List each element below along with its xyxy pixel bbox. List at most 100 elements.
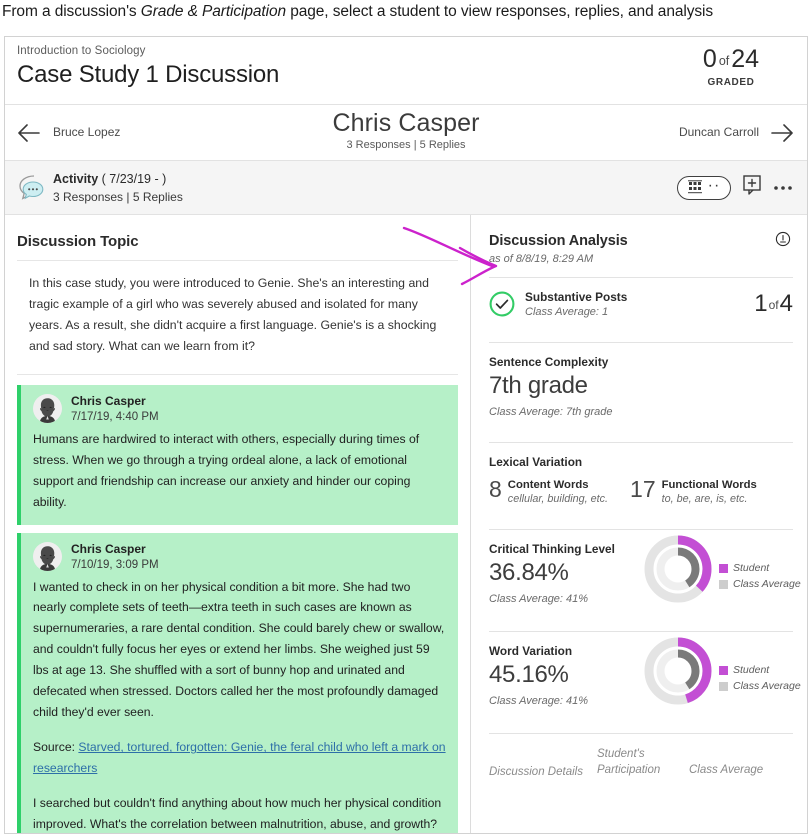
- details-col-class-average: Class Average: [689, 763, 764, 776]
- assignment-header: Introduction to Sociology Case Study 1 D…: [5, 37, 807, 105]
- analysis-as-of: as of 8/8/19, 8:29 AM: [489, 253, 594, 265]
- application-window: Introduction to Sociology Case Study 1 D…: [4, 36, 808, 834]
- activity-bar: Activity ( 7/23/19 - ) 3 Responses | 5 R…: [5, 161, 807, 215]
- word-variation-donut-chart: [641, 634, 715, 708]
- legend-item-student: Student: [719, 562, 793, 574]
- arrow-right-icon[interactable]: [767, 119, 797, 147]
- graded-count: 0: [702, 45, 717, 73]
- rubric-dropdown-dots: ··: [707, 176, 721, 194]
- graded-total: 24: [731, 45, 760, 73]
- caption-pre: From a discussion's: [2, 3, 141, 20]
- post-paragraph: I wanted to check in on her physical con…: [33, 579, 445, 720]
- activity-date-range: ( 7/23/19 - ): [101, 172, 167, 186]
- critical-thinking-donut-chart: [641, 532, 715, 606]
- avatar: [33, 393, 62, 423]
- activity-toolbar: ··: [677, 174, 793, 201]
- legend-swatch-student: [719, 563, 728, 573]
- content-words-title: Content Words: [507, 478, 589, 491]
- graded-label: GRADED: [707, 77, 755, 88]
- details-col-discussion: Discussion Details: [489, 766, 583, 779]
- topic-divider-bottom: [17, 373, 458, 375]
- graded-counts: 0 of24: [671, 47, 791, 72]
- post-author: Chris Casper: [71, 541, 146, 556]
- discussion-topic-heading: Discussion Topic: [17, 233, 139, 250]
- more-options-icon[interactable]: [773, 179, 793, 197]
- substantive-label: Substantive Posts: [525, 290, 628, 304]
- metric-lexical-variation: Lexical Variation 8 Content Words cellul…: [489, 443, 793, 518]
- graded-of-label: of: [718, 54, 730, 68]
- legend-item-student: Student: [719, 664, 793, 676]
- source-label: Source:: [33, 740, 79, 755]
- post-timestamp: 7/10/19, 3:09 PM: [71, 558, 159, 571]
- substantive-text: Substantive Posts Class Average: 1: [525, 290, 627, 318]
- info-circle-icon[interactable]: [775, 231, 791, 247]
- legend-item-class-average: Class Average: [719, 578, 801, 590]
- content-words-examples: cellular, building, etc.: [507, 493, 609, 506]
- metric-word-variation: Word Variation 45.16% Class Average: 41%: [489, 632, 801, 721]
- metric-sentence-complexity: Sentence Complexity 7th grade Class Aver…: [489, 343, 793, 430]
- functional-words-examples: to, be, are, is, etc.: [661, 493, 748, 506]
- add-comment-icon[interactable]: [742, 174, 762, 201]
- legend-swatch-class-average: [719, 681, 728, 691]
- avatar: [33, 541, 62, 571]
- post-author: Chris Casper: [71, 393, 146, 408]
- substantive-score-value: 1: [754, 289, 768, 317]
- functional-words-count: 17: [630, 475, 656, 502]
- post-header: Chris Casper 7/17/19, 4:40 PM: [33, 393, 446, 423]
- lexical-item-content-words: 8 Content Words cellular, building, etc.: [489, 475, 609, 506]
- student-navigation-bar: Bruce Lopez Chris Casper 3 Responses | 5…: [5, 105, 807, 161]
- substantive-class-average: Class Average: 1: [525, 305, 609, 318]
- legend-label-class-average: Class Average: [733, 578, 801, 591]
- substantive-total: 4: [779, 289, 793, 317]
- post-meta: Chris Casper 7/17/19, 4:40 PM: [71, 394, 159, 423]
- discussion-topic-body: In this case study, you were introduced …: [29, 276, 437, 354]
- current-student-counts: 3 Responses | 5 Replies: [346, 138, 466, 151]
- activity-label: Activity: [53, 172, 99, 186]
- content-words-count: 8: [489, 475, 502, 502]
- analysis-header: Discussion Analysis as of 8/8/19, 8:29 A…: [489, 215, 793, 265]
- post-timestamp: 7/17/19, 4:40 PM: [71, 410, 159, 423]
- legend-swatch-student: [719, 665, 728, 675]
- legend-label-student: Student: [733, 562, 770, 575]
- word-variation-legend: Student Class Average: [719, 664, 801, 696]
- sentence-complexity-value: 7th grade: [489, 371, 588, 399]
- sentence-complexity-class-average: Class Average: 7th grade: [489, 405, 613, 418]
- rubric-grid-icon[interactable]: ··: [677, 175, 731, 200]
- next-student-label[interactable]: Duncan Carroll: [679, 125, 759, 139]
- post-header: Chris Casper 7/10/19, 3:09 PM: [33, 541, 446, 571]
- post-meta: Chris Casper 7/10/19, 3:09 PM: [71, 542, 159, 571]
- post-body: I wanted to check in on her physical con…: [33, 577, 446, 834]
- sentence-complexity-label: Sentence Complexity: [489, 354, 609, 369]
- speech-bubble-icon: [15, 172, 47, 204]
- lexical-item-functional-words: 17 Functional Words to, be, are, is, etc…: [630, 475, 757, 506]
- substantive-of-label: of: [768, 297, 779, 312]
- caption-post: page, select a student to view responses…: [286, 3, 714, 20]
- figure-caption: From a discussion's Grade & Participatio…: [0, 0, 812, 36]
- legend-label-class-average: Class Average: [733, 680, 801, 693]
- discussion-pane: Discussion Topic In this case study, you…: [5, 215, 471, 833]
- discussion-analysis-pane: Discussion Analysis as of 8/8/19, 8:29 A…: [471, 215, 807, 833]
- substantive-score: 1of4: [754, 289, 793, 317]
- details-col-participation: Student's Participation: [597, 748, 661, 776]
- source-link[interactable]: Starved, tortured, forgotten: Genie, the…: [33, 740, 446, 775]
- main-content: Discussion Topic In this case study, you…: [5, 215, 807, 833]
- discussion-details-table-header: Discussion Details Student's Participati…: [489, 734, 793, 778]
- legend-label-student: Student: [733, 664, 770, 677]
- post-body: Humans are hardwired to interact with ot…: [33, 429, 446, 513]
- legend-item-class-average: Class Average: [719, 680, 801, 692]
- lexical-variation-label: Lexical Variation: [489, 454, 583, 469]
- post-source-line: Source: Starved, tortured, forgotten: Ge…: [33, 737, 446, 779]
- graded-summary: 0 of24 GRADED: [671, 47, 791, 89]
- metric-substantive-posts: Substantive Posts Class Average: 1 1of4: [489, 278, 793, 330]
- legend-swatch-class-average: [719, 579, 728, 589]
- check-circle-icon: [489, 291, 515, 317]
- metric-critical-thinking: Critical Thinking Level 36.84% Class Ave…: [489, 530, 801, 619]
- post-paragraph: Humans are hardwired to interact with ot…: [33, 431, 420, 509]
- analysis-title: Discussion Analysis: [489, 233, 628, 249]
- table-row[interactable]: Chris Casper 7/17/19, 4:40 PM Humans are…: [17, 384, 458, 525]
- functional-words-title: Functional Words: [661, 478, 757, 491]
- caption-italic: Grade & Participation: [140, 3, 287, 20]
- critical-thinking-legend: Student Class Average: [719, 562, 801, 594]
- post-closing-paragraph: I searched but couldn't find anything ab…: [33, 796, 442, 832]
- table-row[interactable]: Chris Casper 7/10/19, 3:09 PM I wanted t…: [17, 532, 458, 834]
